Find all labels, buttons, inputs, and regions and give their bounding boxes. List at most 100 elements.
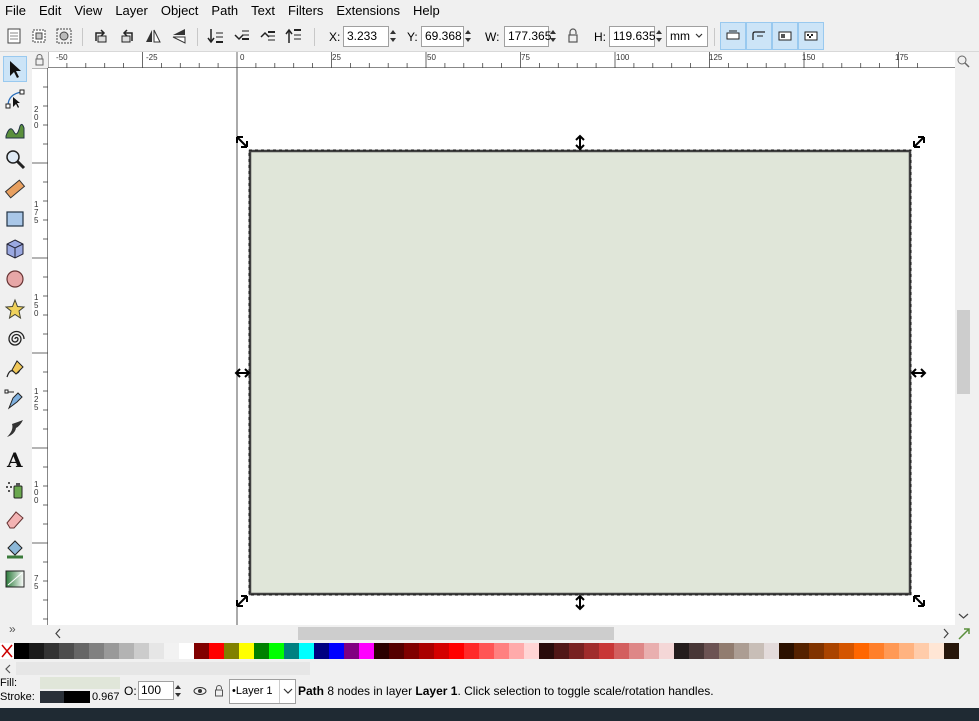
color-swatch[interactable] [794,643,809,659]
color-swatch[interactable] [464,643,479,659]
lock-icon[interactable] [567,28,579,47]
color-swatch[interactable] [614,643,629,659]
color-swatch[interactable] [599,643,614,659]
opacity-input[interactable]: 100 [138,681,174,700]
color-swatch[interactable] [869,643,884,659]
w-input[interactable]: 177.365 [504,26,551,47]
scale-handle-left[interactable] [234,368,251,378]
color-swatch[interactable] [59,643,74,659]
gradient-tool[interactable] [3,566,27,592]
scale-handle-top[interactable] [575,134,585,151]
color-swatch[interactable] [854,643,869,659]
color-swatch[interactable] [629,643,644,659]
stroke-width[interactable]: 0.967 [92,691,120,703]
menu-extensions[interactable]: Extensions [331,0,405,22]
color-swatch[interactable] [914,643,929,659]
color-swatch[interactable] [179,643,194,659]
color-swatch[interactable] [299,643,314,659]
menu-edit[interactable]: Edit [34,0,66,22]
color-swatch[interactable] [764,643,779,659]
color-swatch[interactable] [314,643,329,659]
y-input[interactable]: 69.368 [421,26,464,47]
color-swatch[interactable] [839,643,854,659]
selected-rectangle[interactable] [248,149,912,596]
selector-tool[interactable] [3,56,27,82]
scale-handle-bottom[interactable] [575,594,585,611]
move-gradients-toggle[interactable] [772,22,798,50]
scale-corners-toggle[interactable] [746,22,772,50]
color-swatch[interactable] [254,643,269,659]
no-paint-swatch[interactable] [0,643,14,659]
menu-help[interactable]: Help [408,0,445,22]
unit-select[interactable]: mm [666,26,708,47]
color-swatch[interactable] [269,643,284,659]
color-swatch[interactable] [689,643,704,659]
move-patterns-toggle[interactable] [798,22,824,50]
drawing-canvas[interactable] [48,68,955,625]
color-swatch[interactable] [749,643,764,659]
chevron-left-icon[interactable] [3,663,13,675]
h-spinner[interactable] [655,26,665,47]
menu-view[interactable]: View [69,0,107,22]
lower-to-bottom-button[interactable] [205,25,227,47]
layer-lock-icon[interactable] [214,684,224,698]
color-swatch[interactable] [29,643,44,659]
color-swatch[interactable] [899,643,914,659]
rotate-ccw-button[interactable] [90,25,112,47]
w-spinner[interactable] [549,26,559,47]
flip-horizontal-button[interactable] [142,25,164,47]
scale-stroke-toggle[interactable] [720,22,746,50]
color-swatch[interactable] [134,643,149,659]
lock-guides-icon[interactable] [32,52,48,68]
color-swatch[interactable] [569,643,584,659]
color-swatch[interactable] [449,643,464,659]
eraser-tool[interactable] [3,506,27,532]
color-swatch[interactable] [194,643,209,659]
x-spinner[interactable] [389,26,399,47]
select-all-layers-button[interactable] [28,25,50,47]
color-swatch[interactable] [674,643,689,659]
scale-handle-top-left[interactable] [236,136,248,148]
color-swatch[interactable] [704,643,719,659]
h-input[interactable]: 119.635 [609,26,656,47]
color-swatch[interactable] [539,643,554,659]
tweak-tool[interactable] [3,116,27,142]
color-swatch[interactable] [944,643,959,659]
color-swatch[interactable] [104,643,119,659]
color-swatch[interactable] [434,643,449,659]
menu-file[interactable]: File [0,0,31,22]
menu-object[interactable]: Object [156,0,204,22]
scale-handle-right[interactable] [910,368,927,378]
more-tools-icon[interactable]: » [9,622,16,636]
color-swatch[interactable] [44,643,59,659]
select-all-button[interactable] [3,25,25,47]
color-swatch[interactable] [329,643,344,659]
menu-path[interactable]: Path [206,0,243,22]
horizontal-scrollbar[interactable] [48,625,955,642]
y-spinner[interactable] [464,26,474,47]
color-swatch[interactable] [164,643,179,659]
color-swatch[interactable] [494,643,509,659]
zoom-tool[interactable] [3,146,27,172]
horizontal-scroll-thumb[interactable] [298,627,614,640]
scale-handle-bottom-right[interactable] [913,595,925,607]
lower-button[interactable] [231,25,253,47]
color-swatch[interactable] [659,643,674,659]
color-swatch[interactable] [284,643,299,659]
color-swatch[interactable] [74,643,89,659]
color-swatch[interactable] [224,643,239,659]
scroll-down-icon[interactable] [955,611,972,621]
rectangle-tool[interactable] [3,206,27,232]
spiral-tool[interactable] [3,326,27,352]
scale-handle-top-right[interactable] [913,136,925,148]
stroke-color[interactable] [64,691,90,703]
color-swatch[interactable] [779,643,794,659]
spray-tool[interactable] [3,476,27,502]
eye-icon[interactable] [193,685,207,697]
vertical-scroll-thumb[interactable] [957,310,970,394]
color-swatch[interactable] [404,643,419,659]
color-swatch[interactable] [239,643,254,659]
color-swatch[interactable] [419,643,434,659]
paint-bucket-tool[interactable] [3,536,27,562]
text-tool[interactable]: A [3,446,27,472]
